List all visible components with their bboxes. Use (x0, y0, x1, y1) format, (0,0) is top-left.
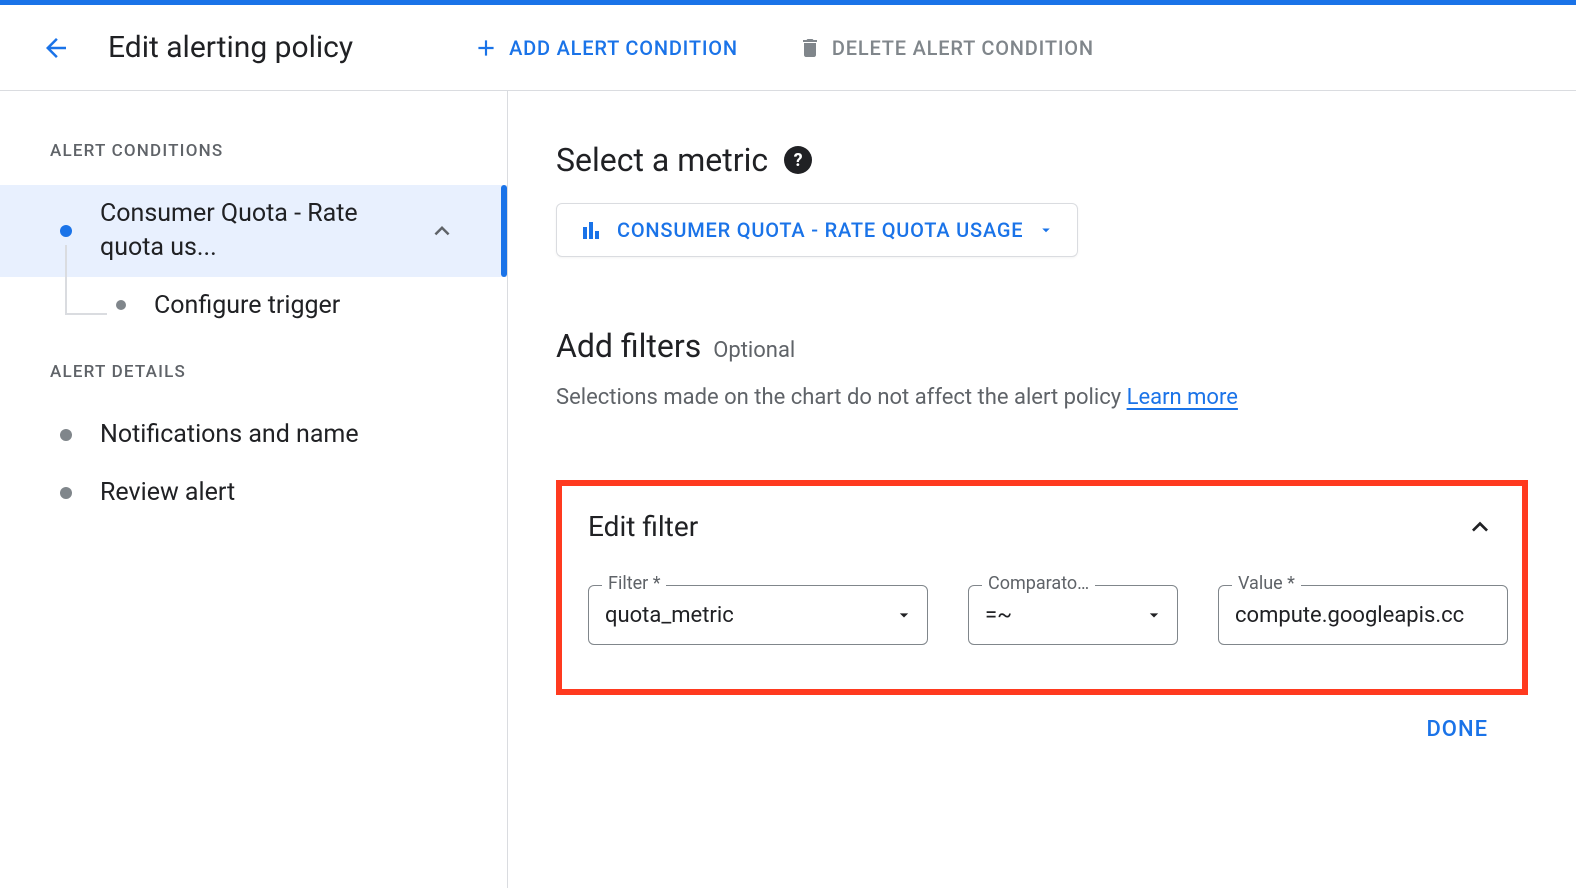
trash-icon (798, 36, 822, 60)
filter-caret (894, 605, 914, 625)
edit-filter-header: Edit filter (588, 510, 1496, 543)
header: Edit alerting policy ADD ALERT CONDITION… (0, 5, 1576, 91)
back-button[interactable] (40, 32, 72, 64)
comparator-caret (1144, 605, 1164, 625)
value-field: Value * compute.googleapis.cc (1218, 585, 1508, 645)
step-dot-icon (60, 429, 72, 441)
sidebar-item-configure-trigger[interactable]: Configure trigger (0, 277, 507, 335)
done-button[interactable]: DONE (1426, 717, 1488, 742)
bar-chart-icon (579, 218, 603, 242)
filters-section: Add filters Optional Selections made on … (556, 327, 1528, 742)
sidebar-item-label: Consumer Quota - Rate quota us... (100, 197, 415, 265)
header-actions: ADD ALERT CONDITION DELETE ALERT CONDITI… (473, 27, 1094, 69)
content: ALERT CONDITIONS Consumer Quota - Rate q… (0, 91, 1576, 888)
add-condition-label: ADD ALERT CONDITION (509, 36, 738, 60)
page-title: Edit alerting policy (108, 30, 353, 65)
select-metric-title: Select a metric (556, 141, 768, 179)
metric-chip-label: CONSUMER QUOTA - RATE QUOTA USAGE (617, 218, 1023, 242)
filter-select-value: quota_metric (605, 603, 734, 628)
filter-field-label: Filter * (602, 573, 666, 594)
chevron-up-icon (427, 216, 457, 246)
filters-desc-text: Selections made on the chart do not affe… (556, 385, 1127, 410)
collapse-button[interactable] (427, 216, 457, 246)
add-filters-heading: Add filters (556, 327, 701, 365)
value-input-text: compute.googleapis.cc (1235, 603, 1464, 628)
filter-fields-row: Filter * quota_metric Comparato… =~ (588, 585, 1496, 645)
select-metric-heading: Select a metric ? (556, 141, 1528, 179)
sidebar-item-label: Configure trigger (154, 289, 457, 323)
sidebar-section-conditions: ALERT CONDITIONS (0, 141, 507, 185)
sidebar: ALERT CONDITIONS Consumer Quota - Rate q… (0, 91, 508, 888)
sidebar-item-consumer-quota[interactable]: Consumer Quota - Rate quota us... (0, 185, 507, 277)
edit-filter-panel: Edit filter Filter * quota_metric (556, 480, 1528, 695)
sidebar-section-details: ALERT DETAILS (0, 334, 507, 406)
collapse-filter-button[interactable] (1464, 511, 1496, 543)
caret-down-icon (1144, 605, 1164, 625)
optional-label: Optional (713, 338, 795, 363)
learn-more-link[interactable]: Learn more (1127, 385, 1238, 410)
sidebar-item-notifications[interactable]: Notifications and name (0, 406, 507, 464)
add-alert-condition-button[interactable]: ADD ALERT CONDITION (473, 27, 738, 69)
sidebar-item-review-alert[interactable]: Review alert (0, 464, 507, 522)
filter-select[interactable]: quota_metric (588, 585, 928, 645)
comparator-field-label: Comparato… (982, 573, 1095, 594)
delete-alert-condition-button[interactable]: DELETE ALERT CONDITION (798, 27, 1094, 69)
delete-condition-label: DELETE ALERT CONDITION (832, 36, 1094, 60)
filters-description: Selections made on the chart do not affe… (556, 385, 1528, 410)
help-icon[interactable]: ? (784, 146, 812, 174)
step-dot-icon (116, 300, 126, 310)
done-row: DONE (556, 717, 1528, 742)
arrow-left-icon (41, 33, 71, 63)
sidebar-conditions-block: Consumer Quota - Rate quota us... Config… (0, 185, 507, 334)
step-dot-icon (60, 225, 72, 237)
filters-heading-row: Add filters Optional (556, 327, 1528, 365)
caret-down-icon (1037, 221, 1055, 239)
step-dot-icon (60, 487, 72, 499)
value-input[interactable]: compute.googleapis.cc (1218, 585, 1508, 645)
chevron-up-icon (1464, 511, 1496, 543)
metric-selector[interactable]: CONSUMER QUOTA - RATE QUOTA USAGE (556, 203, 1078, 257)
edit-filter-title: Edit filter (588, 510, 698, 543)
filter-field: Filter * quota_metric (588, 585, 928, 645)
comparator-select-value: =~ (985, 603, 1012, 628)
caret-down-icon (894, 605, 914, 625)
main-panel: Select a metric ? CONSUMER QUOTA - RATE … (508, 91, 1576, 888)
plus-icon (473, 35, 499, 61)
comparator-field: Comparato… =~ (968, 585, 1178, 645)
sidebar-item-label: Review alert (100, 476, 457, 510)
sidebar-item-label: Notifications and name (100, 418, 457, 452)
value-field-label: Value * (1232, 573, 1301, 594)
